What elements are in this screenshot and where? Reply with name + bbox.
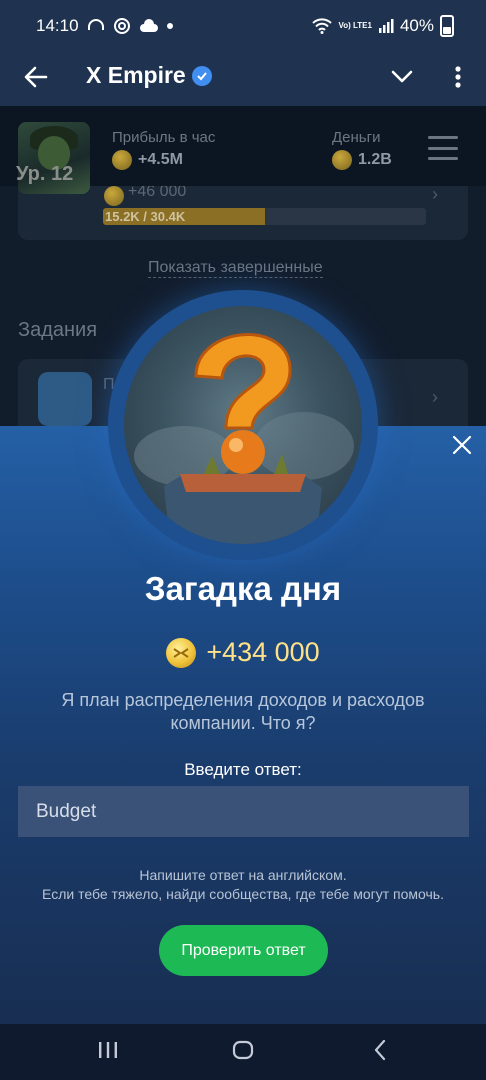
at-icon <box>113 17 131 35</box>
recents-button[interactable] <box>96 1038 120 1066</box>
coin-icon <box>104 186 124 206</box>
profit-label: Прибыль в час <box>112 129 216 146</box>
more-vert-icon <box>455 65 461 93</box>
system-back-button[interactable] <box>370 1038 390 1066</box>
home-icon <box>232 1040 254 1065</box>
reward-row: +434 000 <box>0 637 486 668</box>
battery-icon <box>440 15 454 37</box>
back-arrow-icon <box>24 66 48 93</box>
riddle-title: Загадка дня <box>144 570 342 607</box>
back-button[interactable] <box>18 61 54 97</box>
app-title-text: X Empire <box>86 62 186 88</box>
status-bar: 14:10 Vo) LTE1 40% <box>0 0 486 52</box>
signal-icon <box>378 18 394 34</box>
hint-line-2: Если тебе тяжело, найди сообщества, где … <box>42 886 444 902</box>
reward-value: +434 000 <box>206 637 320 667</box>
progress-text: 15.2K / 30.4K <box>105 209 186 224</box>
chevron-right-icon: › <box>432 387 438 407</box>
money-value-text: 1.2B <box>358 151 392 168</box>
more-button[interactable] <box>444 61 472 97</box>
hint-line-1: Напишите ответ на английском. <box>139 867 347 883</box>
chevron-right-icon: › <box>432 184 438 204</box>
headphones-icon <box>87 18 105 34</box>
volte-icon: Vo) LTE1 <box>338 21 372 30</box>
answer-label: Введите ответ: <box>184 760 302 779</box>
hint-text: Напишите ответ на английском. Если тебе … <box>0 866 486 904</box>
money-label: Деньги <box>332 129 381 146</box>
recents-icon <box>98 1041 118 1064</box>
dot-icon <box>166 23 173 29</box>
app-title: X Empire <box>86 62 212 89</box>
tasks-section-title: Задания <box>18 319 98 341</box>
app-bar: X Empire <box>0 52 486 106</box>
show-completed-link: Показать завершенные <box>148 259 323 278</box>
riddle-question: Я план распределения доходов и расходов … <box>61 690 425 733</box>
verified-icon <box>191 65 212 86</box>
status-time: 14:10 <box>36 16 79 35</box>
cloud-icon <box>139 18 159 34</box>
back-chevron-icon <box>373 1039 387 1066</box>
close-icon <box>452 435 472 460</box>
battery-percent: 40% <box>399 16 434 35</box>
menu-button <box>428 136 458 160</box>
question-mark-illustration <box>124 306 362 544</box>
coin-icon <box>332 150 352 170</box>
money-value: 1.2B <box>332 150 392 170</box>
home-button[interactable] <box>230 1038 256 1066</box>
coin-icon <box>112 150 132 170</box>
profit-value: +4.5M <box>112 150 183 170</box>
navigation-bar <box>0 1024 486 1080</box>
check-answer-button[interactable]: Проверить ответ <box>159 925 328 976</box>
chevron-down-icon <box>391 70 413 89</box>
answer-input[interactable] <box>18 786 469 837</box>
profit-value-text: +4.5M <box>138 151 183 168</box>
coin-icon <box>166 637 197 668</box>
collapse-button[interactable] <box>386 61 418 97</box>
level-label: Ур. 12 <box>16 163 74 185</box>
wifi-icon <box>312 18 333 34</box>
close-button[interactable] <box>449 434 475 460</box>
wallet-icon <box>38 372 92 426</box>
